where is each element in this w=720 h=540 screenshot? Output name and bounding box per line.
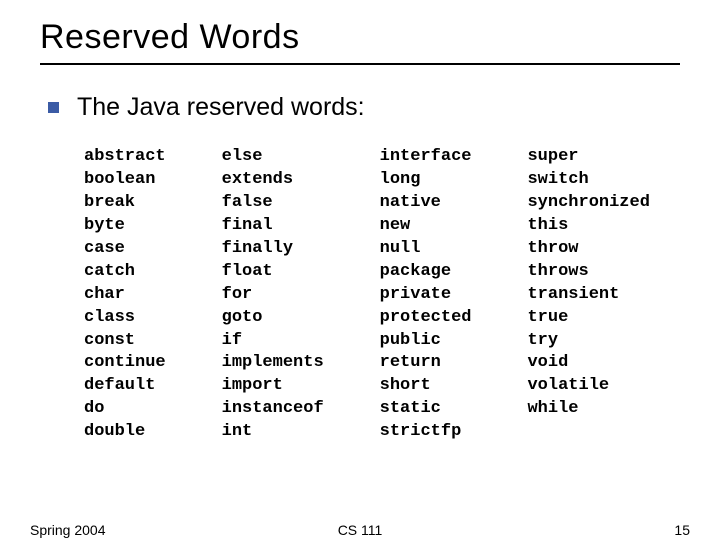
bullet-row: The Java reserved words: bbox=[48, 93, 680, 122]
slide-title: Reserved Words bbox=[40, 18, 680, 57]
bullet-text: The Java reserved words: bbox=[77, 93, 365, 122]
keyword-col-2: else extends false final finally float f… bbox=[222, 146, 324, 444]
keyword-col-3: interface long native new null package p… bbox=[380, 146, 472, 444]
footer-center: CS 111 bbox=[338, 522, 383, 538]
footer-right: 15 bbox=[674, 522, 690, 538]
keyword-columns: abstract boolean break byte case catch c… bbox=[84, 146, 680, 444]
slide: Reserved Words The Java reserved words: … bbox=[0, 0, 720, 540]
keyword-col-1: abstract boolean break byte case catch c… bbox=[84, 146, 166, 444]
keyword-col-4: super switch synchronized this throw thr… bbox=[527, 146, 649, 444]
footer-left: Spring 2004 bbox=[30, 522, 106, 538]
title-rule bbox=[40, 63, 680, 65]
bullet-icon bbox=[48, 102, 59, 113]
